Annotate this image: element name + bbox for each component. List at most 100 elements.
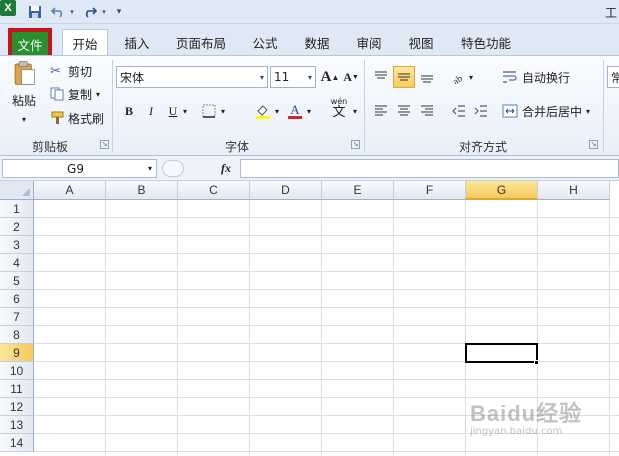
- tab-review[interactable]: 审阅: [350, 30, 388, 54]
- border-icon[interactable]: [198, 100, 220, 122]
- customize-toolbar-icon[interactable]: ▾: [114, 3, 124, 21]
- watermark-main-text: Baidu经验: [470, 401, 583, 426]
- wrap-text-button[interactable]: 自动换行: [502, 66, 570, 88]
- copy-button[interactable]: 复制 ▾: [50, 84, 100, 104]
- wrap-text-label: 自动换行: [522, 70, 571, 85]
- row-header-10[interactable]: 10: [0, 362, 34, 380]
- bold-button[interactable]: B: [118, 100, 140, 122]
- tab-page-layout[interactable]: 页面布局: [170, 30, 232, 54]
- column-header-e[interactable]: E: [322, 181, 394, 200]
- row-header-4[interactable]: 4: [0, 254, 34, 272]
- chevron-down-icon: ▾: [259, 72, 264, 82]
- row-header-2[interactable]: 2: [0, 218, 34, 236]
- chevron-down-icon[interactable]: ▾: [148, 164, 156, 173]
- excel-logo-icon[interactable]: X: [0, 0, 16, 16]
- column-gridline: [393, 200, 394, 456]
- group-divider: [603, 60, 604, 152]
- tab-home[interactable]: 开始: [62, 29, 108, 56]
- row-header-5[interactable]: 5: [0, 272, 34, 290]
- row-header-3[interactable]: 3: [0, 236, 34, 254]
- redo-icon[interactable]: [82, 3, 98, 21]
- increase-indent-icon[interactable]: [470, 100, 492, 122]
- cut-button[interactable]: ✂ 剪切: [50, 61, 92, 81]
- alignment-launcher-icon[interactable]: ↘: [589, 140, 598, 149]
- undo-dropdown-icon[interactable]: ▾: [67, 3, 77, 21]
- column-header-h[interactable]: H: [538, 181, 610, 200]
- align-middle-icon[interactable]: [393, 66, 415, 88]
- align-top-icon[interactable]: [370, 66, 392, 88]
- tab-formulas[interactable]: 公式: [246, 30, 284, 54]
- merge-dropdown-icon[interactable]: ▾: [586, 107, 590, 116]
- row-gridline: [34, 217, 619, 218]
- svg-text:ab: ab: [451, 73, 465, 84]
- fill-handle[interactable]: [534, 360, 539, 365]
- save-icon[interactable]: [26, 3, 44, 21]
- redo-dropdown-icon[interactable]: ▾: [99, 3, 109, 21]
- tab-file[interactable]: 文件: [12, 32, 48, 56]
- font-color-icon[interactable]: A: [284, 100, 306, 122]
- formula-input[interactable]: [240, 159, 619, 178]
- baidu-watermark-logo: Baidu经验 jingyan.baidu.com: [470, 396, 615, 446]
- tab-data[interactable]: 数据: [298, 30, 336, 54]
- column-header-a[interactable]: A: [34, 181, 106, 200]
- column-header-d[interactable]: D: [250, 181, 322, 200]
- border-dropdown-icon[interactable]: ▾: [218, 100, 228, 122]
- row-header-9[interactable]: 9: [0, 344, 34, 362]
- row-gridline: [34, 289, 619, 290]
- watermark-sub-text: jingyan.baidu.com: [470, 426, 563, 437]
- merge-center-label: 合并后居中: [522, 104, 583, 119]
- row-header-6[interactable]: 6: [0, 290, 34, 308]
- row-header-12[interactable]: 12: [0, 398, 34, 416]
- insert-function-icon[interactable]: fx: [216, 160, 236, 177]
- grow-font-icon[interactable]: A ▲: [319, 66, 341, 88]
- font-color-dropdown-icon[interactable]: ▾: [304, 100, 314, 122]
- undo-icon[interactable]: [50, 3, 66, 21]
- font-name-select[interactable]: 宋体 ▾: [116, 66, 268, 88]
- tab-insert[interactable]: 插入: [118, 30, 156, 54]
- select-all-corner[interactable]: [0, 181, 34, 200]
- format-painter-button[interactable]: 格式刷: [50, 108, 104, 128]
- tab-special-features[interactable]: 特色功能: [456, 30, 516, 54]
- align-bottom-icon[interactable]: [416, 66, 438, 88]
- font-size-select[interactable]: 11 ▾: [270, 66, 316, 88]
- fill-color-dropdown-icon[interactable]: ▾: [272, 100, 282, 122]
- row-header-11[interactable]: 11: [0, 380, 34, 398]
- phonetic-dropdown-icon[interactable]: ▾: [350, 100, 360, 122]
- fill-color-icon[interactable]: [252, 100, 274, 122]
- clipboard-launcher-icon[interactable]: ↘: [100, 140, 109, 149]
- italic-button[interactable]: I: [140, 100, 162, 122]
- underline-dropdown-icon[interactable]: ▾: [180, 100, 190, 122]
- align-right-icon[interactable]: [416, 100, 438, 122]
- row-gridline: [34, 325, 619, 326]
- align-left-icon[interactable]: [370, 100, 392, 122]
- row-header-8[interactable]: 8: [0, 326, 34, 344]
- row-header-7[interactable]: 7: [0, 308, 34, 326]
- copy-dropdown-icon[interactable]: ▾: [96, 90, 100, 99]
- ribbon-home: 粘贴 ▾ ✂ 剪切 复制 ▾ 格式刷 剪贴板 ↘ 宋体 ▾ 11 ▾ A ▲ A ▼…: [0, 55, 619, 156]
- paste-button[interactable]: 粘贴 ▾: [6, 60, 42, 124]
- orientation-dropdown-icon[interactable]: ▾: [466, 66, 476, 88]
- alignment-group-label: 对齐方式: [458, 140, 507, 154]
- row-header-13[interactable]: 13: [0, 416, 34, 434]
- column-header-f[interactable]: F: [394, 181, 466, 200]
- name-box[interactable]: G9 ▾: [2, 159, 157, 178]
- format-painter-icon: [51, 111, 64, 124]
- column-gridline: [321, 200, 322, 456]
- align-center-icon[interactable]: [393, 100, 415, 122]
- row-header-14[interactable]: 14: [0, 434, 34, 452]
- active-cell[interactable]: [465, 343, 538, 363]
- shrink-font-icon[interactable]: A ▼: [340, 66, 362, 88]
- column-header-g[interactable]: G: [466, 181, 538, 200]
- decrease-indent-icon[interactable]: [448, 100, 470, 122]
- font-launcher-icon[interactable]: ↘: [351, 140, 360, 149]
- row-header-1[interactable]: 1: [0, 200, 34, 218]
- format-painter-label: 格式刷: [68, 111, 105, 126]
- number-format-select[interactable]: 常: [607, 66, 619, 88]
- paste-dropdown-icon[interactable]: ▾: [22, 115, 26, 124]
- row-gridline: [34, 307, 619, 308]
- column-header-c[interactable]: C: [178, 181, 250, 200]
- phonetic-guide-button[interactable]: wén 文: [326, 98, 352, 120]
- merge-center-button[interactable]: 合并后居中 ▾: [502, 100, 590, 122]
- tab-view[interactable]: 视图: [402, 30, 440, 54]
- column-header-b[interactable]: B: [106, 181, 178, 200]
